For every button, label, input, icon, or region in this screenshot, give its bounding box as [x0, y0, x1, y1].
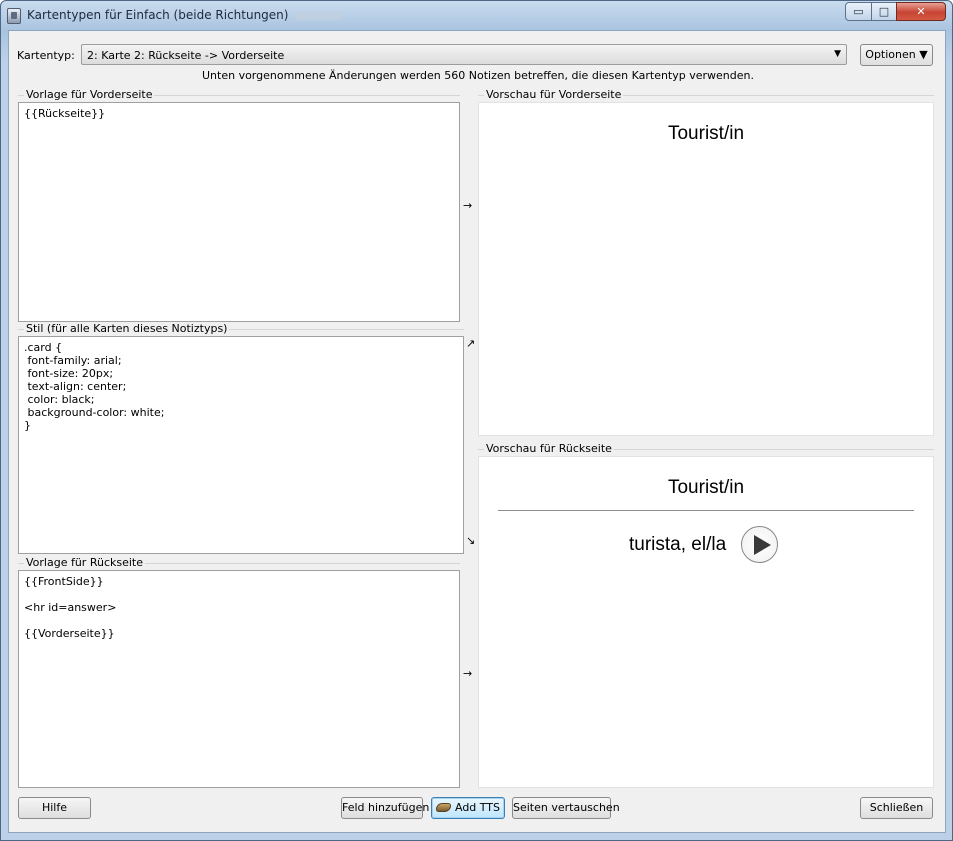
- maximize-button[interactable]: □: [871, 2, 897, 21]
- play-audio-icon[interactable]: [741, 526, 778, 563]
- style-editor[interactable]: .card { font-family: arial; font-size: 2…: [18, 336, 464, 554]
- swap-sides-button[interactable]: Seiten vertauschen: [512, 797, 620, 819]
- style-title: Stil (für alle Karten dieses Notiztyps): [24, 322, 230, 335]
- back-preview-title: Vorschau für Rückseite: [484, 442, 614, 455]
- back-preview-arrow-icon: →: [463, 667, 473, 680]
- add-field-button[interactable]: Feld hinzufügen: [341, 797, 429, 819]
- answer-divider: [498, 510, 914, 511]
- back-preview-pane: Tourist/in turista, el/la: [478, 456, 934, 788]
- options-button[interactable]: Optionen ▼: [860, 44, 933, 66]
- title-bar[interactable]: Kartentypen für Einfach (beide Richtunge…: [1, 1, 952, 31]
- front-template-title: Vorlage für Vorderseite: [24, 88, 155, 101]
- card-type-selected: 2: Karte 2: Rückseite -> Vorderseite: [87, 49, 285, 62]
- front-preview-question: Tourist/in: [667, 123, 745, 144]
- notice-text: Unten vorgenommene Änderungen werden 560…: [202, 69, 754, 82]
- dialog-window: Kartentypen für Einfach (beide Richtunge…: [0, 0, 953, 841]
- help-button[interactable]: Hilfe: [18, 797, 91, 819]
- front-preview-pane: Tourist/in: [478, 102, 934, 436]
- back-template-title: Vorlage für Rückseite: [24, 556, 146, 569]
- back-preview-question: Tourist/in: [667, 477, 745, 498]
- close-button[interactable]: Schließen: [860, 797, 933, 819]
- minimize-button[interactable]: ▭: [845, 2, 872, 21]
- front-preview-arrow-icon: →: [463, 199, 473, 212]
- close-window-button[interactable]: ✕: [896, 2, 946, 21]
- front-template-editor[interactable]: {{Rückseite}}: [18, 102, 460, 322]
- front-preview-title: Vorschau für Vorderseite: [484, 88, 624, 101]
- dialog-body: Kartentyp: 2: Karte 2: Rückseite -> Vord…: [8, 30, 946, 833]
- dropdown-arrow-icon: ▼: [834, 49, 841, 59]
- add-tts-button[interactable]: Add TTS: [431, 797, 505, 819]
- style-down-arrow-icon: ↘: [466, 534, 476, 547]
- style-up-arrow-icon: ↗: [466, 337, 476, 350]
- back-template-editor[interactable]: {{FrontSide}} <hr id=answer> {{Vordersei…: [18, 570, 460, 788]
- back-preview-answer: turista, el/la: [629, 534, 727, 555]
- card-type-label: Kartentyp:: [17, 49, 75, 62]
- tts-icon: [435, 803, 451, 812]
- app-icon: [7, 8, 21, 24]
- card-type-dropdown[interactable]: 2: Karte 2: Rückseite -> Vorderseite ▼: [81, 44, 847, 65]
- window-title: Kartentypen für Einfach (beide Richtunge…: [27, 8, 343, 22]
